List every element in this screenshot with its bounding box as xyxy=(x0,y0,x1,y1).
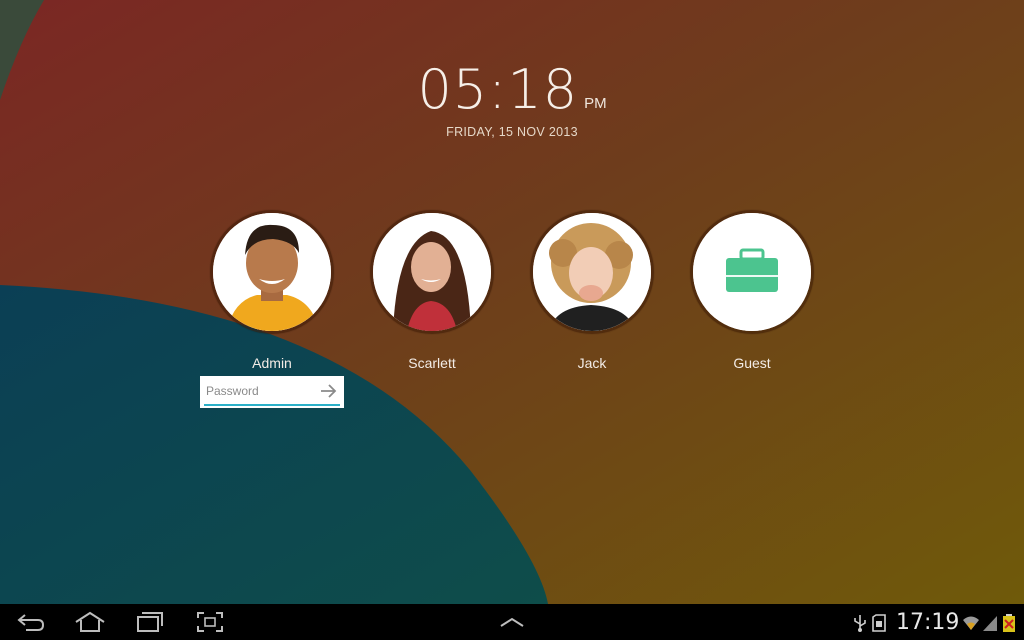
person-photo-icon xyxy=(533,213,651,331)
avatar[interactable] xyxy=(530,210,654,334)
avatar[interactable] xyxy=(370,210,494,334)
home-icon xyxy=(75,611,105,632)
input-underline xyxy=(204,404,340,406)
clock-ampm: PM xyxy=(584,95,607,112)
signal-icon xyxy=(983,616,997,631)
password-input[interactable] xyxy=(206,382,314,400)
screenshot-button[interactable] xyxy=(196,610,224,634)
user-name: Scarlett xyxy=(408,355,456,371)
back-icon xyxy=(17,614,45,631)
lock-clock: 05:18 PM FRIDAY, 15 NOV 2013 xyxy=(0,58,1024,139)
battery-icon xyxy=(1003,614,1015,632)
navigation-bar: 17:19 xyxy=(0,604,1024,640)
user-name: Jack xyxy=(577,355,607,371)
app-drawer-button[interactable] xyxy=(498,610,526,634)
clock-digits: 05:18 xyxy=(417,58,579,121)
person-photo-icon xyxy=(373,213,491,331)
person-photo-icon xyxy=(213,213,331,331)
home-button[interactable] xyxy=(74,610,106,634)
user-jack[interactable]: Jack xyxy=(530,210,654,371)
user-admin[interactable]: Admin xyxy=(210,210,334,371)
user-guest[interactable]: Guest xyxy=(690,210,814,371)
usb-icon xyxy=(854,615,866,632)
briefcase-icon xyxy=(693,213,811,331)
password-box xyxy=(200,376,344,408)
chevron-up-icon xyxy=(500,617,524,627)
screenshot-icon xyxy=(197,612,223,632)
sd-card-icon xyxy=(872,614,886,632)
recent-apps-icon xyxy=(137,612,163,632)
user-name: Admin xyxy=(252,355,292,371)
status-time: 17:19 xyxy=(896,610,960,635)
avatar[interactable] xyxy=(210,210,334,334)
clock-time: 05:18 PM xyxy=(417,58,606,121)
recent-apps-button[interactable] xyxy=(136,610,164,634)
back-button[interactable] xyxy=(16,610,46,634)
user-name: Guest xyxy=(733,355,771,371)
user-scarlett[interactable]: Scarlett xyxy=(370,210,494,371)
avatar[interactable] xyxy=(690,210,814,334)
clock-date: FRIDAY, 15 NOV 2013 xyxy=(446,125,578,139)
wifi-icon xyxy=(963,616,979,630)
arrow-right-icon[interactable] xyxy=(320,383,338,399)
